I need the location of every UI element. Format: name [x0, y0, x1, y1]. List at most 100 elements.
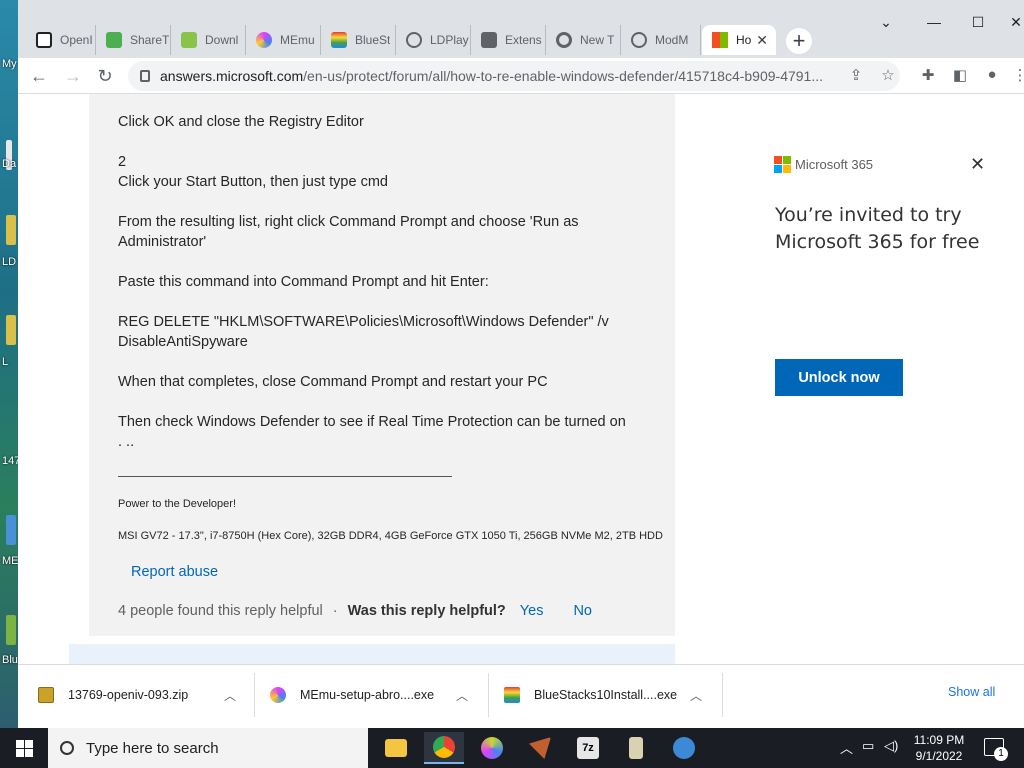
taskbar-7zip[interactable]: 7z — [568, 732, 608, 764]
helpful-count: 4 people found this reply helpful — [118, 603, 323, 619]
microsoft-logo-icon — [774, 156, 791, 173]
tab-ldplayer[interactable]: LDPlay — [396, 25, 471, 55]
tab-close-icon[interactable]: ✕ — [756, 32, 768, 49]
chevron-up-icon[interactable]: ︿ — [456, 687, 468, 704]
promo-headline: You’re invited to try Microsoft 365 for … — [775, 204, 980, 253]
tab-microsoft-answers[interactable]: Ho ✕ — [702, 25, 776, 55]
extensions-puzzle-icon[interactable]: ✚ — [918, 66, 938, 84]
tab-label: Extens — [505, 33, 542, 47]
lock-icon — [140, 70, 150, 82]
chevron-up-icon[interactable]: ︿ — [690, 687, 702, 704]
zip-file-icon — [38, 687, 54, 703]
memu-icon — [481, 737, 503, 759]
favicon-icon — [181, 32, 197, 48]
close-icon[interactable]: ✕ — [970, 154, 985, 175]
tab-label: ModM — [655, 33, 689, 47]
windows-logo-icon — [15, 739, 33, 757]
desktop-icon-label[interactable]: Blu — [2, 654, 18, 666]
unlock-now-button[interactable]: Unlock now — [775, 359, 903, 396]
signature-divider — [118, 476, 452, 477]
start-button[interactable] — [0, 728, 48, 768]
installer-icon — [629, 737, 643, 759]
close-window-button[interactable]: ✕ — [1006, 14, 1024, 31]
desktop-app-icon[interactable] — [6, 215, 16, 245]
helpful-no-button[interactable]: No — [573, 603, 592, 619]
forward-arrow-icon[interactable]: → — [62, 65, 84, 87]
download-filename: 13769-openiv-093.zip — [68, 688, 189, 702]
minimize-button[interactable]: — — [924, 14, 944, 30]
favicon-icon — [106, 32, 122, 48]
favicon-icon — [331, 32, 347, 48]
profile-icon[interactable]: ● — [982, 66, 1002, 83]
desktop-icon-label[interactable]: Da — [2, 158, 16, 170]
maximize-button[interactable]: ☐ — [968, 14, 988, 31]
post-line: Click OK and close the Registry Editor — [118, 114, 364, 130]
back-arrow-icon[interactable]: ← — [28, 65, 50, 87]
clock-date: 9/1/2022 — [915, 749, 963, 763]
desktop-icon-label[interactable]: ME — [2, 555, 19, 567]
puzzle-icon — [481, 32, 497, 48]
tab-download[interactable]: Downl — [171, 25, 246, 55]
helpful-question: Was this reply helpful? — [347, 603, 506, 619]
tab-moddb[interactable]: ModM — [621, 25, 701, 55]
taskbar-file-explorer[interactable] — [376, 732, 416, 764]
tab-new-tab[interactable]: New T — [546, 25, 621, 55]
folder-icon — [385, 739, 407, 757]
seven-zip-icon: 7z — [577, 737, 599, 759]
post-command-line: REG DELETE "HKLM\SOFTWARE\Policies\Micro… — [118, 314, 609, 350]
post-line: Paste this command into Command Prompt a… — [118, 274, 489, 290]
hawk-icon — [529, 737, 551, 759]
taskbar-search-box[interactable]: Type here to search — [48, 728, 368, 768]
desktop-icon-label[interactable]: LD — [2, 256, 16, 268]
desktop-app-icon[interactable] — [6, 615, 16, 645]
brand-label: Microsoft 365 — [795, 157, 874, 172]
taskbar-clock[interactable]: 11:09 PM 9/1/2022 — [904, 732, 974, 764]
taskbar-chrome[interactable] — [424, 732, 464, 764]
taskbar-installer[interactable] — [616, 732, 656, 764]
new-tab-button[interactable]: + — [786, 28, 812, 54]
favicon-icon — [36, 32, 52, 48]
download-item[interactable]: 13769-openiv-093.zip ︿ — [38, 679, 238, 711]
download-item[interactable]: BlueStacks10Install....exe ︿ — [504, 679, 704, 711]
helpful-yes-button[interactable]: Yes — [520, 603, 544, 619]
volume-icon[interactable]: ◁) — [884, 738, 898, 754]
search-placeholder: Type here to search — [86, 739, 219, 757]
tab-label: OpenI — [60, 33, 93, 47]
report-abuse-link[interactable]: Report abuse — [131, 564, 218, 580]
tab-label: MEmu — [280, 33, 315, 47]
taskbar-app-gear[interactable] — [664, 732, 704, 764]
network-icon[interactable]: ▭ — [862, 738, 874, 754]
reply-post: Click OK and close the Registry Editor 2… — [89, 94, 675, 636]
reload-icon[interactable]: ↻ — [94, 65, 116, 87]
next-reply-band — [69, 644, 675, 664]
desktop-app-icon[interactable] — [6, 515, 16, 545]
desktop-icon-label[interactable]: My — [2, 58, 17, 70]
show-all-downloads-link[interactable]: Show all — [948, 685, 995, 699]
more-menu-icon[interactable]: ⋮ — [1010, 66, 1024, 84]
desktop-app-icon[interactable] — [6, 315, 16, 345]
tab-extensions[interactable]: Extens — [471, 25, 546, 55]
notification-badge: 1 — [994, 747, 1008, 761]
tab-memu[interactable]: MEmu — [246, 25, 321, 55]
browser-window: OpenI ShareT Downl MEmu BlueSt LDPlay Ex… — [18, 0, 1024, 728]
bookmark-star-icon[interactable]: ☆ — [878, 66, 898, 84]
tab-sharetechnote[interactable]: ShareT — [96, 25, 171, 55]
side-panel-icon[interactable]: ◧ — [950, 66, 970, 84]
tab-strip: OpenI ShareT Downl MEmu BlueSt LDPlay Ex… — [18, 0, 1024, 58]
tab-openiv[interactable]: OpenI — [26, 25, 96, 55]
favicon-icon — [256, 32, 272, 48]
chevron-up-icon[interactable]: ︿ — [224, 687, 236, 704]
divider — [488, 673, 489, 717]
signature-line: MSI GV72 - 17.3", i7-8750H (Hex Core), 3… — [118, 530, 663, 542]
tab-search-icon[interactable]: ⌄ — [876, 14, 896, 31]
tab-bluestacks[interactable]: BlueSt — [321, 25, 396, 55]
desktop-icon-label[interactable]: L — [2, 356, 8, 368]
post-line: When that completes, close Command Promp… — [118, 374, 548, 390]
taskbar-memu[interactable] — [472, 732, 512, 764]
share-icon[interactable]: ⇪ — [846, 66, 866, 84]
chevron-up-icon[interactable]: ︿ — [840, 738, 853, 757]
taskbar-app-hawk[interactable] — [520, 732, 560, 764]
tab-label: BlueSt — [355, 33, 391, 47]
address-bar[interactable]: answers.microsoft.com/en-us/protect/foru… — [128, 61, 900, 91]
download-item[interactable]: MEmu-setup-abro....exe ︿ — [270, 679, 470, 711]
